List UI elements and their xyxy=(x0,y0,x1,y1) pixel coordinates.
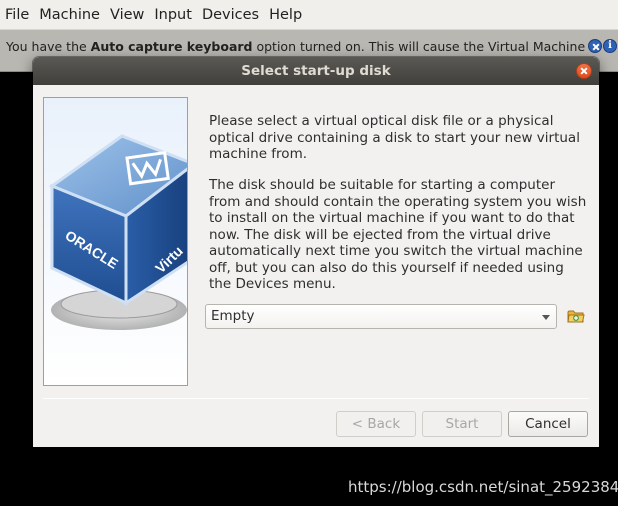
menu-file[interactable]: File xyxy=(0,0,34,30)
menu-view[interactable]: View xyxy=(105,0,149,30)
notification-text: You have the Auto capture keyboard optio… xyxy=(6,39,602,54)
dialog-close-button[interactable] xyxy=(576,63,592,79)
chevron-down-icon xyxy=(542,315,550,320)
disk-select-combobox[interactable]: Empty xyxy=(205,304,557,329)
folder-open-icon xyxy=(567,310,585,323)
back-button[interactable]: < Back xyxy=(336,411,416,437)
menubar: File Machine View Input Devices Help xyxy=(0,0,618,30)
start-button[interactable]: Start xyxy=(422,411,502,437)
cancel-button[interactable]: Cancel xyxy=(508,411,588,437)
menu-machine[interactable]: Machine xyxy=(34,0,105,30)
watermark-text: https://blog.csdn.net/sinat_25923849 xyxy=(348,478,618,496)
notification-text-before: You have the xyxy=(6,39,91,54)
dialog-titlebar[interactable]: Select start-up disk xyxy=(33,57,599,85)
close-icon[interactable] xyxy=(588,39,602,53)
instruction-paragraph: Please select a virtual optical disk fil… xyxy=(209,113,580,162)
disk-select-value: Empty xyxy=(211,308,255,324)
select-startup-disk-dialog: Select start-up disk ORACLE Virtu Please… xyxy=(33,57,599,447)
dialog-title: Select start-up disk xyxy=(241,63,391,79)
virtualbox-cube-icon: ORACLE Virtu xyxy=(48,134,187,330)
info-icon[interactable]: i xyxy=(603,39,617,53)
notification-text-after: option turned on. This will cause the Vi… xyxy=(252,39,602,54)
menu-devices[interactable]: Devices xyxy=(197,0,264,30)
menu-input[interactable]: Input xyxy=(149,0,197,30)
description-paragraph: The disk should be suitable for starting… xyxy=(209,177,587,292)
menu-help[interactable]: Help xyxy=(264,0,307,30)
choose-disk-file-button[interactable] xyxy=(567,307,585,325)
notification-text-bold: Auto capture keyboard xyxy=(90,39,253,54)
virtualbox-logo-image: ORACLE Virtu xyxy=(43,97,188,386)
dialog-separator xyxy=(43,398,589,399)
